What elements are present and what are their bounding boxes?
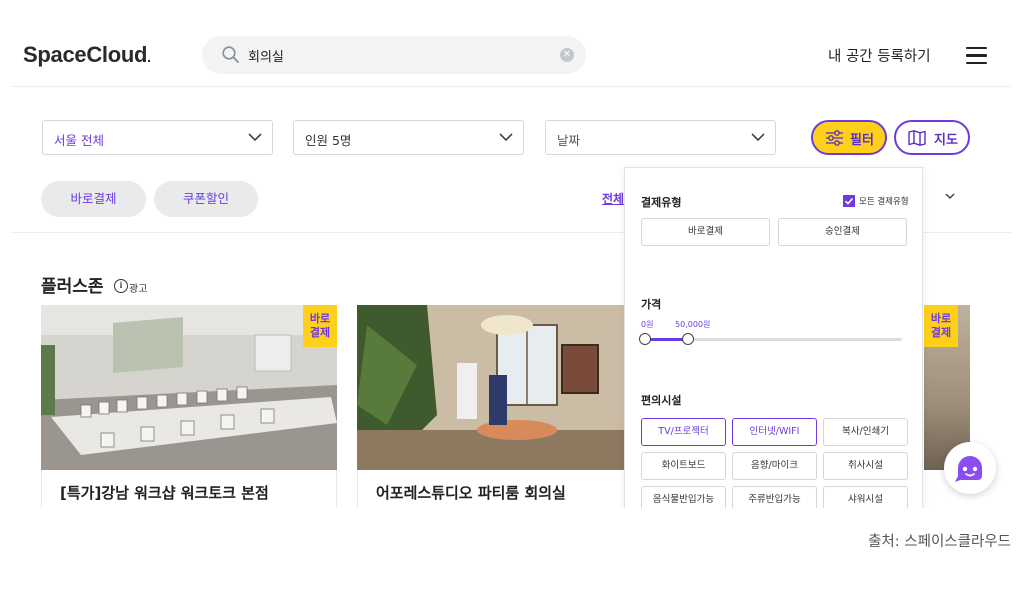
amenity-option[interactable]: 인터넷/WIFI [732, 418, 817, 446]
amenity-option[interactable]: 음식물반입가능 [641, 486, 726, 508]
space-photo: 바로 결제 [41, 305, 337, 470]
space-card-title[interactable]: 어포레스튜디오 파티룸 회의실 [357, 470, 653, 508]
payment-option-instant[interactable]: 바로결제 [641, 218, 770, 246]
chip-instant-payment[interactable]: 바로결제 [41, 181, 146, 217]
chip-coupon-discount[interactable]: 쿠폰할인 [154, 181, 258, 217]
sliders-icon [826, 130, 843, 146]
instant-payment-badge: 바로 결제 [303, 305, 337, 347]
header-divider [10, 86, 1012, 87]
app-frame: SpaceCloud. ✕ 내 공간 등록하기 서울 전체 인원 5명 날짜 [10, 0, 1012, 508]
chatbot-button[interactable] [944, 442, 996, 494]
region-dropdown-label: 서울 전체 [54, 133, 104, 148]
ad-label: 광고 [129, 284, 148, 295]
sort-link[interactable]: 전체 [602, 190, 624, 207]
price-max-label: 50,000원 [675, 320, 711, 329]
region-dropdown[interactable]: 서울 전체 [42, 120, 273, 155]
register-space-link[interactable]: 내 공간 등록하기 [828, 45, 931, 66]
price-min-label: 0원 [641, 320, 654, 329]
chatbot-icon [955, 456, 982, 482]
amenity-option[interactable]: 화이트보드 [641, 452, 726, 480]
space-card[interactable]: 바로 결제 [특가]강남 워크샵 워크토크 본점 [41, 305, 337, 508]
chevron-down-icon [499, 133, 513, 142]
chevron-down-icon [751, 133, 765, 142]
checkbox-icon[interactable] [843, 195, 855, 207]
amenity-option[interactable]: 샤워시설 [823, 486, 908, 508]
amenity-option[interactable]: 음향/마이크 [732, 452, 817, 480]
amenities-title: 편의시설 [641, 394, 682, 407]
instant-payment-badge: 바로 결제 [924, 305, 958, 347]
room-illustration [357, 305, 653, 470]
logo-text: SpaceCloud [23, 42, 148, 67]
date-dropdown[interactable]: 날짜 [545, 120, 776, 155]
all-payment-label[interactable]: 모든 결제유형 [859, 195, 909, 207]
search-input[interactable] [248, 44, 548, 66]
price-slider-max-handle[interactable] [682, 333, 694, 345]
room-illustration [41, 305, 337, 470]
amenity-option[interactable]: TV/프로젝터 [641, 418, 726, 446]
payment-type-title: 결제유형 [641, 196, 682, 209]
search-bar[interactable]: ✕ [202, 36, 586, 74]
space-photo [357, 305, 653, 470]
spacecloud-logo[interactable]: SpaceCloud. [23, 42, 151, 68]
map-button[interactable]: 지도 [894, 120, 970, 155]
price-slider-min-handle[interactable] [639, 333, 651, 345]
map-icon [908, 130, 926, 146]
price-title: 가격 [641, 298, 662, 311]
clear-icon[interactable]: ✕ [560, 48, 574, 62]
menu-icon[interactable] [966, 47, 987, 65]
payment-option-approval[interactable]: 승인결제 [778, 218, 907, 246]
search-icon [222, 46, 239, 63]
chevron-down-icon [248, 133, 262, 142]
amenity-option[interactable]: 주류반입가능 [732, 486, 817, 508]
filter-panel: 결제유형 모든 결제유형 바로결제 승인결제 가격 0원 50,000원 편의시… [624, 167, 923, 508]
map-button-label: 지도 [934, 133, 958, 148]
date-dropdown-label: 날짜 [557, 133, 581, 148]
amenity-option[interactable]: 복사/인쇄기 [823, 418, 908, 446]
section-title: 플러스존 [41, 277, 104, 297]
chevron-down-icon[interactable] [944, 192, 956, 200]
info-icon[interactable]: i [114, 279, 128, 293]
people-dropdown[interactable]: 인원 5명 [293, 120, 524, 155]
logo-dot: . [147, 49, 151, 65]
amenity-option[interactable]: 취사시설 [823, 452, 908, 480]
source-caption: 출처: 스페이스클라우드 [868, 534, 1011, 550]
people-dropdown-label: 인원 5명 [305, 133, 352, 148]
filter-button[interactable]: 필터 [811, 120, 887, 155]
space-card[interactable]: 어포레스튜디오 파티룸 회의실 [357, 305, 653, 508]
space-card-title[interactable]: [특가]강남 워크샵 워크토크 본점 [41, 470, 337, 508]
filter-button-label: 필터 [850, 133, 874, 148]
